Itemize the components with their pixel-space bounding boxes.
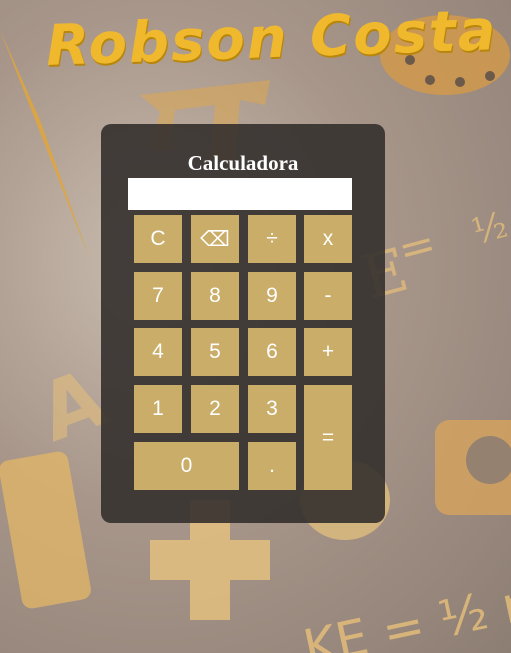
divide-button[interactable]: ÷ [248, 215, 296, 263]
svg-text:½: ½ [468, 205, 511, 254]
decimal-button[interactable]: . [248, 442, 296, 490]
calculator-panel: Calculadora C ⌫ ÷ x 7 8 9 - 4 5 6 + 1 2 … [101, 124, 385, 523]
calculator-title: Calculadora [187, 151, 299, 175]
svg-text:KE = ½ m: KE = ½ m [298, 569, 511, 653]
key-9-button[interactable]: 9 [248, 272, 296, 320]
equals-button[interactable]: = [304, 385, 352, 490]
backspace-button[interactable]: ⌫ [191, 215, 239, 263]
key-5-button[interactable]: 5 [191, 328, 239, 376]
key-8-button[interactable]: 8 [191, 272, 239, 320]
key-7-button[interactable]: 7 [134, 272, 182, 320]
key-4-button[interactable]: 4 [134, 328, 182, 376]
key-2-button[interactable]: 2 [191, 385, 239, 433]
clear-button[interactable]: C [134, 215, 182, 263]
minus-button[interactable]: - [304, 272, 352, 320]
key-1-button[interactable]: 1 [134, 385, 182, 433]
multiply-button[interactable]: x [304, 215, 352, 263]
key-3-button[interactable]: 3 [248, 385, 296, 433]
key-0-button[interactable]: 0 [134, 442, 239, 490]
plus-button[interactable]: + [304, 328, 352, 376]
calculator-display[interactable] [128, 178, 352, 210]
key-6-button[interactable]: 6 [248, 328, 296, 376]
